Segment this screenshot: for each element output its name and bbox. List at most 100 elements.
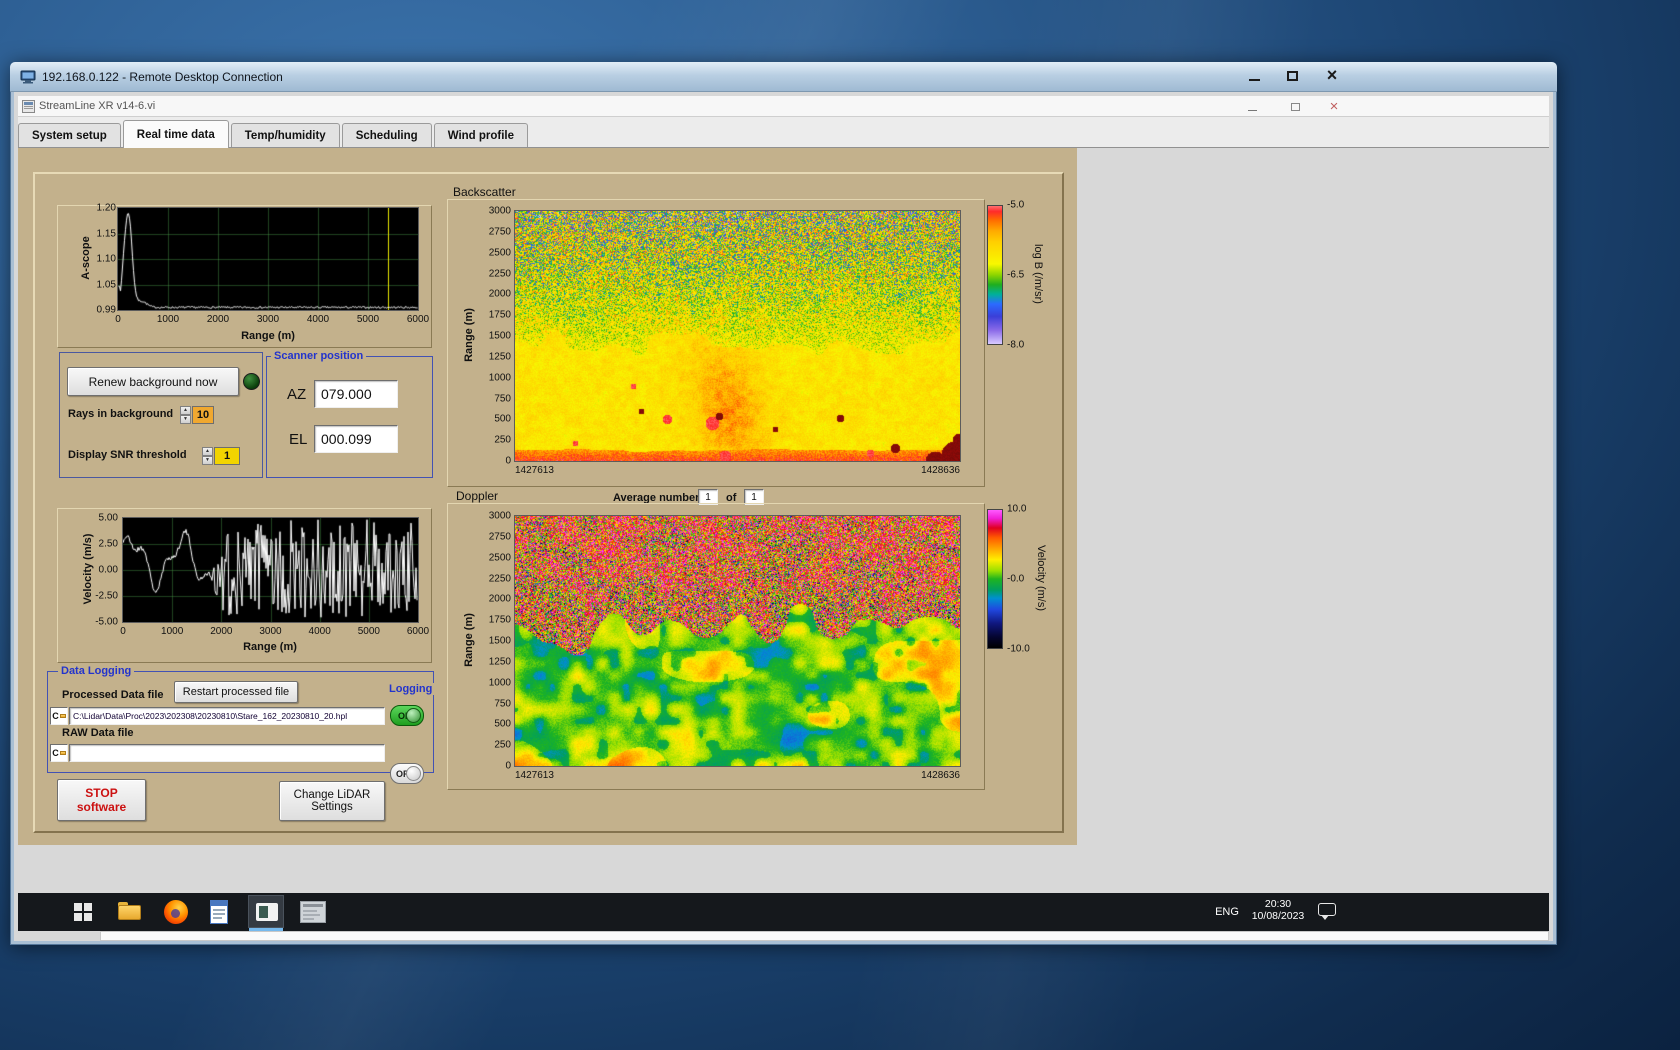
tick-label: 0 xyxy=(120,626,126,637)
language-indicator[interactable]: ENG xyxy=(1212,903,1242,921)
raw-drive-selector[interactable]: C xyxy=(50,744,68,762)
app-close-button[interactable]: × xyxy=(1322,97,1346,115)
toggle-knob xyxy=(406,708,421,723)
tick-label: 1750 xyxy=(488,614,511,626)
tick-label: 2000 xyxy=(488,288,511,300)
az-value-field[interactable]: 079.000 xyxy=(314,380,398,408)
tick-label: 6000 xyxy=(406,626,430,637)
ascope-x-axis-title: Range (m) xyxy=(241,330,295,342)
tab-bar: System setup Real time data Temp/humidit… xyxy=(18,117,1549,148)
text-editor-icon[interactable] xyxy=(210,900,228,924)
labview-app-taskbar-icon[interactable] xyxy=(248,895,284,931)
tick-label: 2250 xyxy=(488,573,511,584)
change-line2: Settings xyxy=(311,801,353,813)
tick-label: 4000 xyxy=(306,314,330,325)
scanner-position-group xyxy=(266,356,433,478)
tick-label: 750 xyxy=(494,393,511,404)
doppler-y-ticks: 3000 2750 2500 2250 2000 1750 1500 1250 1000 750 5… xyxy=(478,511,511,772)
snr-value-input[interactable]: 1 xyxy=(214,447,240,465)
rdp-computer-icon xyxy=(20,70,36,84)
tab-real-time-data[interactable]: Real time data xyxy=(122,120,229,148)
backscatter-x-end: 1428636 xyxy=(921,465,960,476)
change-line1: Change LiDAR xyxy=(293,789,371,801)
app-titlebar[interactable] xyxy=(18,96,1549,117)
doppler-x-end: 1428636 xyxy=(921,770,960,781)
el-value-field[interactable]: 000.099 xyxy=(314,425,398,453)
az-label: AZ xyxy=(287,386,307,403)
tick-label: 0 xyxy=(505,760,511,772)
doppler-title: Doppler xyxy=(456,489,499,503)
processed-drive-selector[interactable]: C xyxy=(50,707,68,725)
desktop: 192.168.0.122 - Remote Desktop Connectio… xyxy=(0,0,1680,1050)
tick-label: 3000 xyxy=(259,626,282,637)
tick-label: 1750 xyxy=(488,309,511,321)
processed-logging-toggle[interactable]: ON xyxy=(390,705,424,726)
taskbar-date: 10/08/2023 xyxy=(1251,910,1305,922)
tab-temp-humidity[interactable]: Temp/humidity xyxy=(230,123,340,147)
firefox-icon[interactable] xyxy=(164,900,188,924)
tick-label: 1000 xyxy=(156,314,180,325)
tick-label: 1250 xyxy=(488,656,511,668)
tick-label: 2000 xyxy=(206,314,230,325)
rdp-close-button[interactable]: × xyxy=(1318,65,1346,85)
tick-label: 10.0 xyxy=(1007,503,1027,515)
tick-label: 5.00 xyxy=(98,512,118,524)
raw-data-file-label: RAW Data file xyxy=(62,727,134,739)
notification-icon[interactable] xyxy=(1318,903,1337,920)
tick-label: 2500 xyxy=(488,247,511,259)
rays-spinner[interactable]: ▲ ▼ xyxy=(180,406,191,424)
snr-spinner[interactable]: ▲ ▼ xyxy=(202,447,213,465)
tick-label: -8.0 xyxy=(1007,339,1025,351)
rays-in-background-label: Rays in background xyxy=(68,408,174,420)
scanner-position-title: Scanner position xyxy=(271,350,367,362)
tick-label: 750 xyxy=(494,698,511,709)
file-explorer-icon[interactable] xyxy=(118,902,142,922)
horizontal-scrollbar[interactable] xyxy=(100,931,1549,941)
tick-label: 500 xyxy=(494,718,511,730)
tick-label: 4000 xyxy=(308,626,331,637)
start-button[interactable] xyxy=(72,901,96,923)
tab-scheduling[interactable]: Scheduling xyxy=(341,123,432,147)
tick-label: 1.20 xyxy=(96,202,116,214)
app-maximize-button[interactable] xyxy=(1283,99,1307,115)
toggle-knob xyxy=(406,766,421,781)
ascope-y-ticks: 1.20 1.15 1.10 1.05 0.99 xyxy=(88,203,116,316)
rays-value-input[interactable]: 10 xyxy=(192,406,214,424)
doppler-y-axis-title: Range (m) xyxy=(463,613,475,667)
folder-mini-icon xyxy=(59,751,66,755)
tick-label: 6000 xyxy=(406,314,430,325)
rdp-maximize-button[interactable] xyxy=(1278,67,1306,85)
tick-label: 3000 xyxy=(488,205,511,217)
tick-label: 1000 xyxy=(488,677,511,689)
renew-background-button[interactable]: Renew background now xyxy=(67,367,239,396)
tick-label: 5000 xyxy=(356,314,380,325)
velocity-x-ticks: 0 1000 2000 3000 4000 5000 6000 xyxy=(120,626,429,638)
tick-label: 2750 xyxy=(488,531,511,543)
backscatter-colorbar-title: log B (/m/sr) xyxy=(1032,244,1044,304)
tick-label: 250 xyxy=(494,739,511,751)
change-settings-button[interactable]: Change LiDAR Settings xyxy=(279,781,385,821)
tick-label: 0.00 xyxy=(98,564,118,576)
tick-label: -6.5 xyxy=(1007,269,1025,281)
tab-wind-profile[interactable]: Wind profile xyxy=(433,123,529,147)
clock[interactable]: 20:30 10/08/2023 xyxy=(1246,898,1310,926)
raw-path-field[interactable] xyxy=(69,744,385,762)
tab-system-setup[interactable]: System setup xyxy=(18,123,121,147)
stop-software-button[interactable]: STOP software xyxy=(57,779,146,821)
tick-label: 1500 xyxy=(488,330,511,342)
app-title: StreamLine XR v14-6.vi xyxy=(39,100,156,112)
raw-logging-toggle[interactable]: OFF xyxy=(390,763,424,784)
doppler-x-ticks: 1427613 1428636 xyxy=(515,770,960,781)
tick-label: 0.99 xyxy=(96,304,116,316)
rdp-minimize-button[interactable] xyxy=(1240,67,1268,85)
processed-path-field[interactable]: C:\Lidar\Data\Proc\2023\202308\20230810\… xyxy=(69,707,385,725)
app-minimize-button[interactable] xyxy=(1240,99,1264,115)
tick-label: 1000 xyxy=(488,372,511,384)
tick-label: 250 xyxy=(494,434,511,446)
restart-processed-file-button[interactable]: Restart processed file xyxy=(174,681,298,703)
folder-mini-icon xyxy=(59,714,66,718)
tick-label: 2000 xyxy=(210,626,233,637)
backscatter-y-axis-title: Range (m) xyxy=(463,308,475,362)
scan-scheduler-icon[interactable] xyxy=(300,901,326,923)
taskbar-time: 20:30 xyxy=(1264,898,1292,910)
